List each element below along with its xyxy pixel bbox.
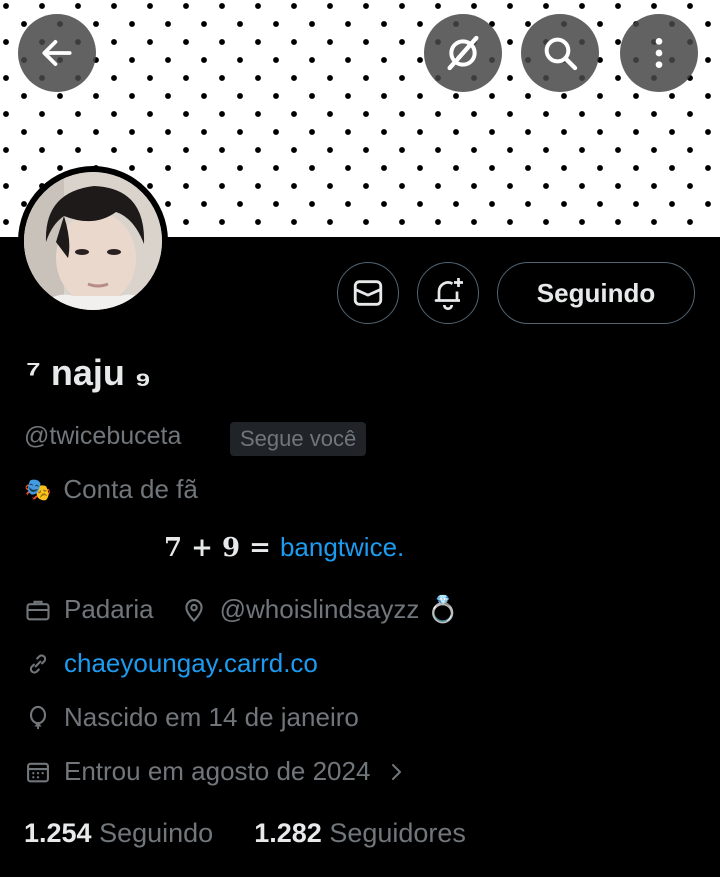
website-link[interactable]: chaeyoungay.carrd.co bbox=[64, 648, 318, 679]
more-button[interactable] bbox=[620, 14, 698, 92]
handle: @twicebuceta bbox=[24, 422, 182, 450]
job-row: Padaria @whoislindsayzz 💍 bbox=[24, 594, 459, 625]
location-label: @whoislindsayzz 💍 bbox=[219, 594, 460, 624]
followers-count: 1.282 bbox=[254, 818, 322, 848]
job-label: Padaria bbox=[64, 594, 154, 624]
joined-row[interactable]: Entrou em agosto de 2024 bbox=[24, 756, 408, 787]
briefcase-icon bbox=[26, 600, 50, 620]
category-label: Conta de fã bbox=[63, 474, 198, 504]
grok-icon bbox=[447, 35, 479, 71]
follows-you-badge: Segue você bbox=[230, 422, 367, 456]
bio-text: 𝟕 + 𝟗 = bbox=[164, 533, 280, 563]
category-row: 🎭 Conta de fã bbox=[24, 474, 198, 505]
following-button[interactable]: Seguindo bbox=[497, 262, 695, 324]
bio: 𝟕 + 𝟗 = bangtwice. bbox=[164, 532, 404, 563]
mail-icon bbox=[353, 280, 383, 306]
following-count: 1.254 bbox=[24, 818, 92, 848]
followers-label: Seguidores bbox=[329, 818, 466, 848]
performing-arts-icon: 🎭 bbox=[24, 476, 52, 502]
birthday-row: Nascido em 14 de janeiro bbox=[24, 702, 359, 733]
message-button[interactable] bbox=[337, 262, 399, 324]
display-name-text: naju bbox=[50, 352, 125, 393]
search-icon bbox=[544, 37, 578, 71]
bio-link[interactable]: bangtwice. bbox=[280, 532, 404, 562]
followers-stat[interactable]: 1.282 Seguidores bbox=[254, 818, 466, 848]
balloon-icon bbox=[29, 705, 47, 729]
avatar-photo bbox=[24, 172, 162, 310]
website-row: chaeyoungay.carrd.co bbox=[24, 648, 318, 679]
link-icon bbox=[29, 653, 47, 674]
back-button[interactable] bbox=[18, 14, 96, 92]
following-label: Seguindo bbox=[99, 818, 214, 848]
more-vertical-icon bbox=[655, 38, 663, 68]
display-name-suffix: ₉ bbox=[134, 352, 152, 393]
chevron-right-icon bbox=[392, 763, 402, 780]
display-name: ⁷ naju ₉ bbox=[26, 352, 151, 394]
bell-plus-icon bbox=[434, 278, 463, 311]
joined-label: Entrou em agosto de 2024 bbox=[64, 756, 371, 786]
notifications-button[interactable] bbox=[417, 262, 479, 324]
calendar-icon bbox=[27, 762, 49, 782]
display-name-prefix: ⁷ bbox=[26, 352, 41, 393]
following-stat[interactable]: 1.254 Seguindo bbox=[24, 818, 221, 848]
grok-button[interactable] bbox=[424, 14, 502, 92]
avatar[interactable] bbox=[18, 166, 168, 316]
search-button[interactable] bbox=[521, 14, 599, 92]
profile-stats: 1.254 Seguindo 1.282 Seguidores bbox=[24, 818, 466, 849]
birthday-label: Nascido em 14 de janeiro bbox=[64, 702, 359, 732]
location-icon bbox=[184, 598, 203, 622]
arrow-left-icon bbox=[42, 40, 72, 66]
